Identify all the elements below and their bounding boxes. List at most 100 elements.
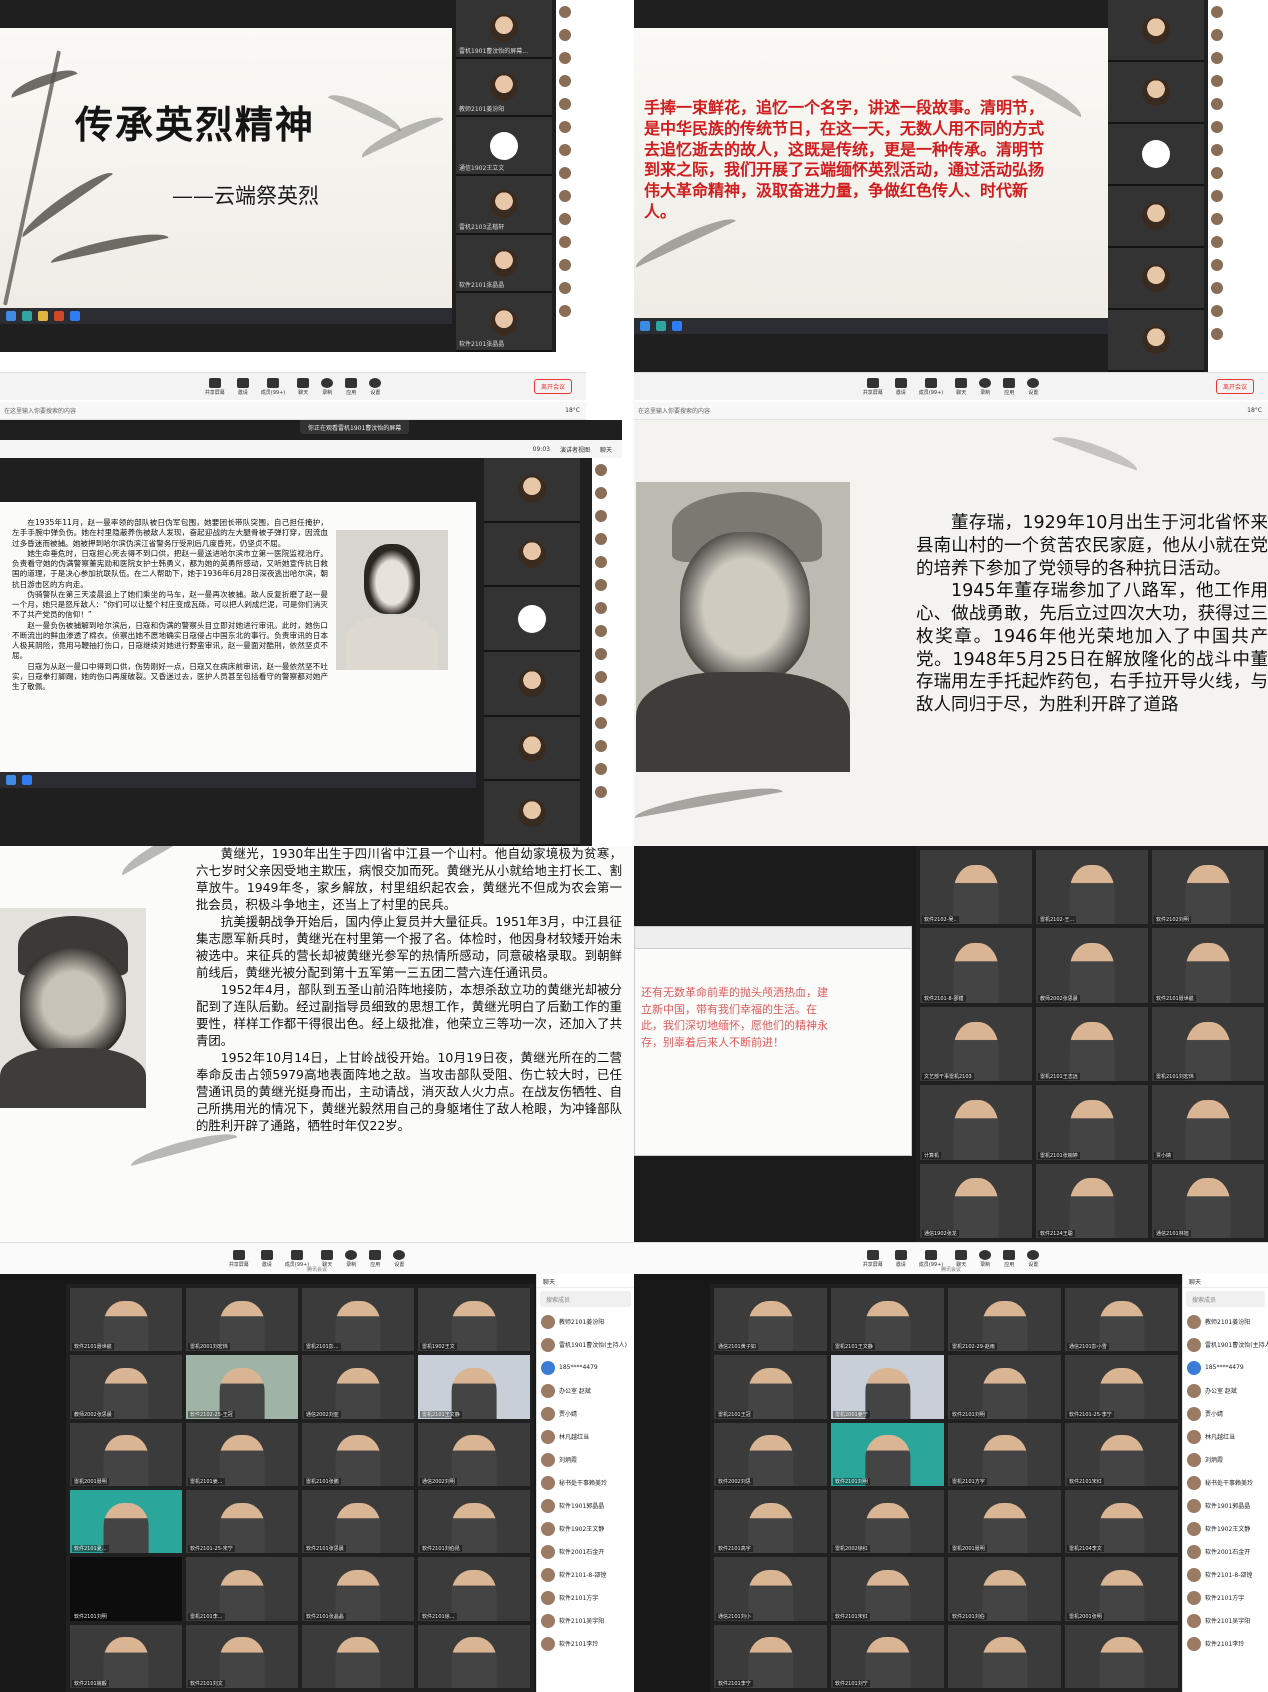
chat-button[interactable]: 聊天 [321, 1249, 334, 1268]
member-row[interactable]: 软件2001石金开 [1183, 1540, 1268, 1563]
leave-meeting-button[interactable]: 离开会议 [533, 379, 572, 394]
record-button[interactable]: 录制 [979, 377, 992, 396]
settings-button[interactable]: 设置 [1027, 1249, 1040, 1268]
video-tile[interactable]: 雷机2001刘宏炜 [186, 1288, 298, 1352]
video-tile[interactable]: 软件2124王聪 [1036, 1163, 1148, 1238]
video-tile[interactable]: 雷机1902王文 [418, 1288, 530, 1352]
settings-button[interactable]: 设置 [1027, 377, 1040, 396]
chat-button[interactable]: 聊天 [955, 1249, 968, 1268]
video-tile[interactable]: 软件2101聂世航 [70, 1288, 182, 1352]
members-button[interactable]: 成员(99+) [261, 377, 285, 396]
video-tile[interactable]: 通信2002刘亚 [302, 1355, 414, 1419]
video-tile[interactable]: 雷机2102-王... [1036, 850, 1148, 925]
record-button[interactable]: 录制 [321, 377, 334, 396]
member-row[interactable]: 雷机1901曹汶怡(主持人) [537, 1333, 634, 1356]
member-row[interactable]: 软件2101-8-邵镗 [1183, 1563, 1268, 1586]
member-row[interactable]: 软件2101李玲 [537, 1632, 634, 1655]
rail-tile[interactable]: 通信1902王立文 [456, 117, 552, 177]
video-tile[interactable]: 软件2101徐... [418, 1557, 530, 1621]
member-row[interactable]: 软件1902王文静 [537, 1517, 634, 1540]
member-row[interactable]: 办公室 赵斌 [537, 1379, 634, 1402]
member-row[interactable]: 软件2101方宇 [537, 1586, 634, 1609]
rail-tile[interactable]: 软件2101张晶晶 [456, 234, 552, 294]
member-row[interactable]: 刘炳霞 [1183, 1448, 1268, 1471]
video-tile[interactable] [1065, 1624, 1178, 1688]
member-row[interactable]: 软件2101吴宇阳 [1183, 1609, 1268, 1632]
video-tile[interactable]: 雷机2001聂明 [70, 1422, 182, 1486]
video-tile[interactable]: 雷机2001张明 [1065, 1557, 1178, 1621]
video-tile[interactable]: 教师2002张思晨 [1036, 928, 1148, 1003]
invite-button[interactable]: 邀请 [236, 377, 249, 396]
video-tile[interactable]: 文艺部干事雷机2103 [920, 1006, 1032, 1082]
video-tile[interactable]: 软件2101姚毅 [70, 1624, 182, 1688]
member-row[interactable]: 贾小婧 [1183, 1402, 1268, 1425]
video-tile[interactable]: 雷机2101张鹏 [302, 1422, 414, 1486]
chat-button[interactable]: 聊天 [955, 377, 968, 396]
member-search-input[interactable]: 搜索成员 [540, 1291, 631, 1307]
chat-button[interactable]: 聊天 [297, 377, 310, 396]
video-tile[interactable]: 通信2101林旭 [1152, 1163, 1264, 1238]
video-tile[interactable]: 贾小婧 [1152, 1085, 1264, 1160]
video-tile[interactable]: 雷机2101王文静 [418, 1355, 530, 1419]
video-tile[interactable]: 软件2102-25-王冠 [186, 1355, 298, 1419]
record-button[interactable]: 录制 [345, 1249, 358, 1268]
apps-button[interactable]: 应用 [345, 377, 358, 396]
apps-button[interactable]: 应用 [1003, 377, 1016, 396]
rail-tile[interactable]: 雷机2103孟楷轩 [456, 176, 552, 235]
video-tile[interactable]: 软件2101刘伯昆 [418, 1489, 530, 1554]
start-icon[interactable] [6, 311, 16, 321]
video-tile[interactable]: 软件2002刘思 [714, 1422, 827, 1486]
settings-button[interactable]: 设置 [369, 377, 382, 396]
video-tile[interactable] [302, 1624, 414, 1688]
video-tile[interactable]: 教师2002张思晨 [70, 1355, 182, 1419]
edge-icon[interactable] [22, 311, 32, 321]
member-row[interactable]: 软件2101-8-邵镗 [537, 1563, 634, 1586]
meeting-icon[interactable] [70, 311, 80, 321]
video-tile[interactable]: 软件2101刘明 [70, 1557, 182, 1621]
video-tile[interactable]: 软件2101夏... [70, 1489, 182, 1554]
video-tile[interactable] [948, 1624, 1061, 1688]
video-tile[interactable]: 通信2002刘明 [418, 1422, 530, 1486]
view-selector[interactable]: 演讲者视图 [560, 445, 590, 454]
video-tile[interactable]: 软件2101-8-邵镗 [920, 928, 1032, 1003]
video-tile[interactable]: 软件2101刘宁 [831, 1624, 944, 1688]
member-row[interactable]: 刘炳霞 [537, 1448, 634, 1471]
video-tile[interactable]: 软件2101刘伯 [948, 1557, 1061, 1621]
leave-meeting-button[interactable]: 离开会议 [1215, 379, 1254, 394]
video-tile[interactable]: 软件2102-吴.. [920, 850, 1032, 925]
video-tile[interactable]: 通信2101刘小 [714, 1557, 827, 1621]
video-tile[interactable]: 通信2101黄子如 [714, 1288, 827, 1352]
video-tile[interactable]: 软件2101刘明 [831, 1422, 944, 1486]
share-screen-button[interactable]: 共享屏幕 [863, 377, 883, 396]
folder-icon[interactable] [38, 311, 48, 321]
invite-button[interactable]: 邀请 [260, 1249, 273, 1268]
video-tile[interactable]: 软件2101宋红 [1065, 1422, 1178, 1486]
rail-tile[interactable]: 教师2101姜汾阳 [456, 58, 552, 118]
video-tile[interactable] [418, 1624, 530, 1688]
video-tile[interactable]: 软件2101聂世航 [1152, 928, 1264, 1003]
video-tile[interactable]: 软件2101刘明 [948, 1355, 1061, 1419]
ppt-icon[interactable] [54, 311, 64, 321]
video-tile[interactable]: 雷机2101方宇 [948, 1422, 1061, 1486]
video-tile[interactable]: 雷机2101李... [186, 1557, 298, 1621]
member-row[interactable]: 软件2101方宇 [1183, 1586, 1268, 1609]
member-row[interactable]: 软件2101李玲 [1183, 1632, 1268, 1655]
members-button[interactable]: 成员(99+) [285, 1249, 309, 1268]
search-placeholder[interactable]: 在这里输入你要搜索的内容 [0, 406, 76, 415]
member-row[interactable]: 办公室 赵斌 [1183, 1379, 1268, 1402]
video-tile[interactable]: 雷机2104李文 [1065, 1489, 1178, 1554]
video-tile[interactable]: 软件2101-25-宋宁 [186, 1489, 298, 1554]
member-row[interactable]: 雷机1901曹汶怡(主持人) [1183, 1333, 1268, 1356]
search-placeholder[interactable]: 在这里输入你要搜索的内容 [634, 406, 710, 415]
video-tile[interactable]: 雷机2101王志远 [1036, 1006, 1148, 1082]
members-button[interactable]: 成员(99+) [919, 377, 943, 396]
apps-button[interactable]: 应用 [369, 1249, 382, 1268]
member-search-input[interactable]: 搜索成员 [1186, 1291, 1265, 1307]
member-row[interactable]: 软件1901郭晶晶 [537, 1494, 634, 1517]
record-button[interactable]: 录制 [979, 1249, 992, 1268]
share-screen-button[interactable]: 共享屏幕 [229, 1249, 249, 1268]
member-row[interactable]: 软件2001石金开 [537, 1540, 634, 1563]
video-tile[interactable]: 雷机2001姜宁 [831, 1355, 944, 1419]
video-tile[interactable]: 雷机2101张婉婷 [1036, 1085, 1148, 1160]
meeting-icon[interactable] [672, 321, 682, 331]
